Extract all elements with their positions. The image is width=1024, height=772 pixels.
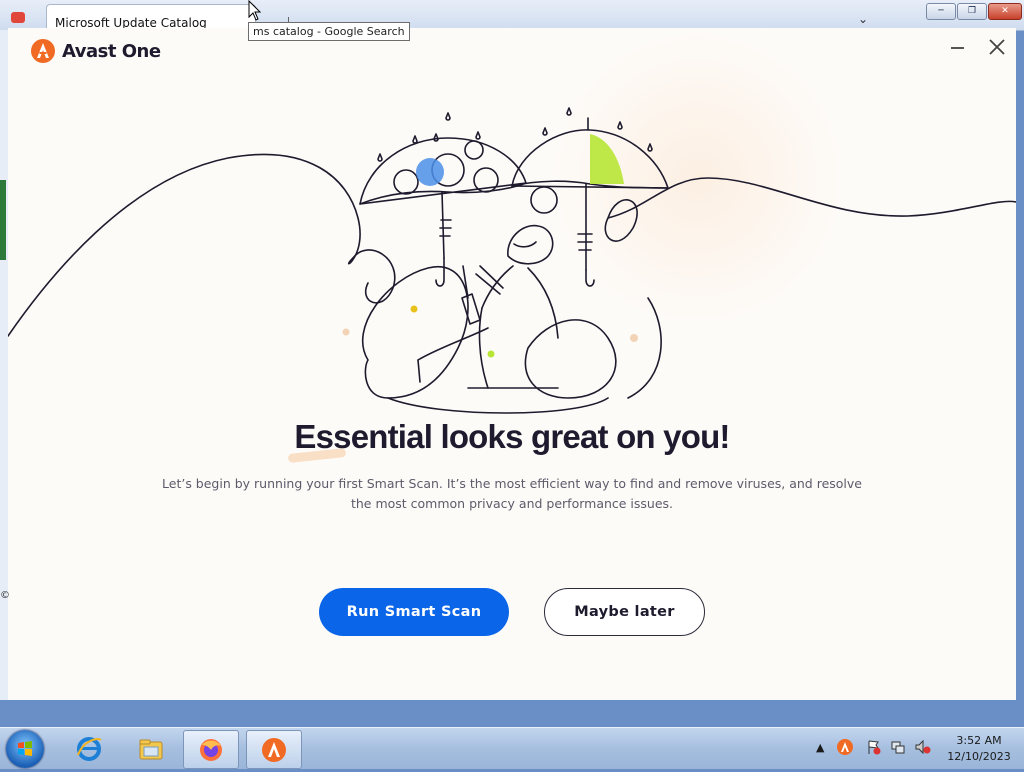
- description: Let’s begin by running your first Smart …: [162, 476, 862, 511]
- network-icon[interactable]: [890, 739, 906, 755]
- close-icon[interactable]: [986, 36, 1008, 58]
- volume-muted-icon[interactable]: [914, 739, 932, 755]
- maybe-later-button[interactable]: Maybe later: [544, 588, 705, 636]
- taskbar-file-explorer[interactable]: [124, 730, 178, 767]
- window-close-button[interactable]: ✕: [988, 3, 1022, 20]
- firefox-icon: [200, 739, 222, 761]
- avast-logo-icon: [31, 39, 55, 63]
- clock-date: 12/10/2023: [947, 750, 1011, 763]
- mouse-cursor-icon: [248, 0, 262, 21]
- tab-tooltip: ms catalog - Google Search: [248, 22, 410, 41]
- window-restore-button[interactable]: ❐: [957, 3, 987, 20]
- desktop-fragment: [0, 180, 6, 260]
- taskbar-avast[interactable]: [246, 730, 302, 769]
- tray-avast-icon[interactable]: [836, 738, 854, 756]
- avast-window: Avast One Essential looks great on you! …: [8, 28, 1016, 700]
- clock-time: 3:52 AM: [956, 734, 1002, 747]
- taskbar: ▲ 3:52 AM 12/10/2023: [0, 727, 1024, 769]
- chevron-down-icon[interactable]: ⌄: [858, 12, 868, 26]
- browser-tab[interactable]: Microsoft Update Catalog: [46, 4, 256, 31]
- page-title-text: Essential looks great on you!: [294, 418, 730, 455]
- minimize-button[interactable]: [948, 34, 968, 58]
- start-button[interactable]: [6, 730, 44, 768]
- action-center-flag-icon[interactable]: [866, 739, 882, 755]
- desktop-glyph: ©: [0, 590, 10, 601]
- browser-tabstrip: Microsoft Update Catalog ⌄ ─ ❐ ✕: [0, 0, 1024, 31]
- brand-name: Avast One: [62, 40, 161, 62]
- tray-expand-icon[interactable]: ▲: [816, 741, 824, 754]
- file-explorer-icon: [139, 739, 163, 760]
- umbrella-illustration: [8, 107, 1016, 414]
- browser-app-icon: [11, 12, 25, 23]
- taskbar-internet-explorer[interactable]: [62, 730, 116, 767]
- window-minimize-button[interactable]: ─: [926, 3, 956, 20]
- run-smart-scan-button[interactable]: Run Smart Scan: [319, 588, 509, 636]
- page-title: Essential looks great on you!: [288, 418, 730, 464]
- avast-icon: [262, 738, 286, 762]
- taskbar-clock[interactable]: 3:52 AM 12/10/2023: [944, 733, 1014, 765]
- internet-explorer-icon: [77, 737, 102, 761]
- windows-logo-icon: [18, 741, 32, 756]
- avast-brand: Avast One: [30, 38, 161, 64]
- headline-container: Essential looks great on you!: [8, 418, 1016, 464]
- system-tray: ▲ 3:52 AM 12/10/2023: [812, 728, 1024, 769]
- taskbar-firefox[interactable]: [183, 730, 239, 769]
